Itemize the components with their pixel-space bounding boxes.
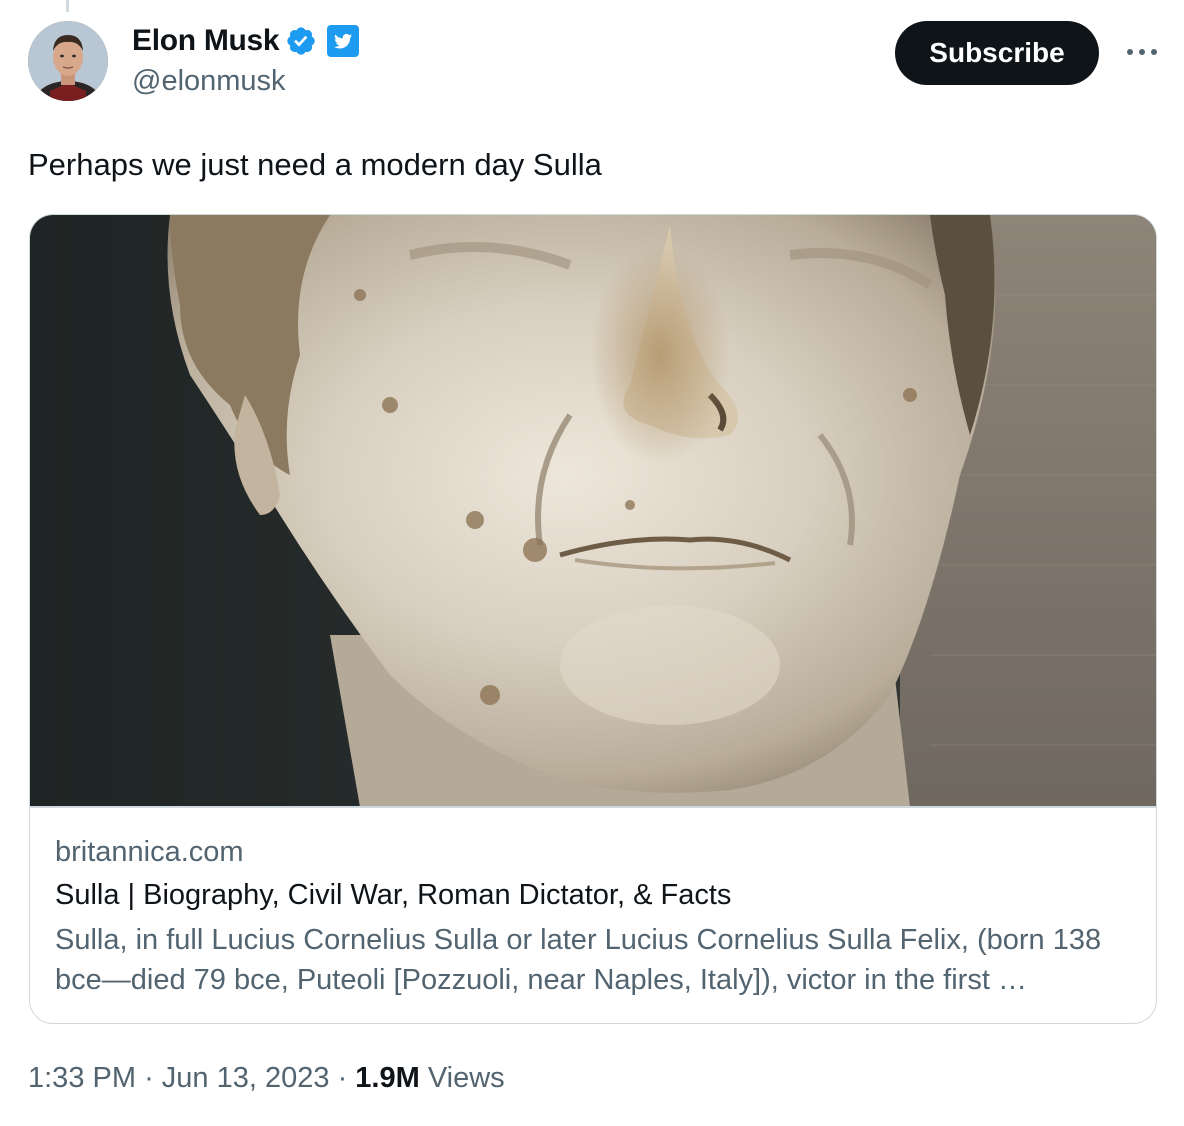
author-handle[interactable]: @elonmusk bbox=[132, 62, 286, 100]
tweet-time[interactable]: 1:33 PM bbox=[28, 1062, 136, 1094]
link-card-image[interactable] bbox=[30, 215, 1156, 807]
subscribe-button[interactable]: Subscribe bbox=[895, 21, 1099, 85]
more-horizontal-icon[interactable] bbox=[1122, 36, 1162, 68]
tweet-meta: 1:33 PM · Jun 13, 2023 · 1.9M Views bbox=[28, 1058, 505, 1098]
link-preview-card[interactable]: britannica.com Sulla | Biography, Civil … bbox=[29, 214, 1157, 1024]
author-display-name[interactable]: Elon Musk bbox=[132, 22, 280, 60]
views-label: Views bbox=[427, 1062, 505, 1094]
meta-separator: · bbox=[337, 1062, 348, 1094]
author-avatar[interactable] bbox=[28, 21, 108, 101]
verified-badge-icon[interactable] bbox=[285, 25, 317, 57]
twitter-bird-icon[interactable] bbox=[327, 25, 360, 57]
thread-connector-line bbox=[66, 0, 69, 12]
tweet-date[interactable]: Jun 13, 2023 bbox=[162, 1062, 330, 1094]
link-card-description: Sulla, in full Lucius Cornelius Sulla or… bbox=[55, 924, 1102, 996]
marble-bust-image bbox=[30, 215, 1156, 807]
views-count[interactable]: 1.9M bbox=[355, 1062, 419, 1094]
author-name-row: Elon Musk bbox=[132, 22, 360, 60]
meta-separator: · bbox=[144, 1062, 154, 1094]
link-card-title: Sulla | Biography, Civil War, Roman Dict… bbox=[55, 879, 732, 911]
tweet-text: Perhaps we just need a modern day Sulla bbox=[28, 147, 602, 182]
profile-photo-icon bbox=[28, 21, 108, 101]
card-divider bbox=[30, 806, 1156, 808]
link-card-domain: britannica.com bbox=[55, 836, 244, 868]
